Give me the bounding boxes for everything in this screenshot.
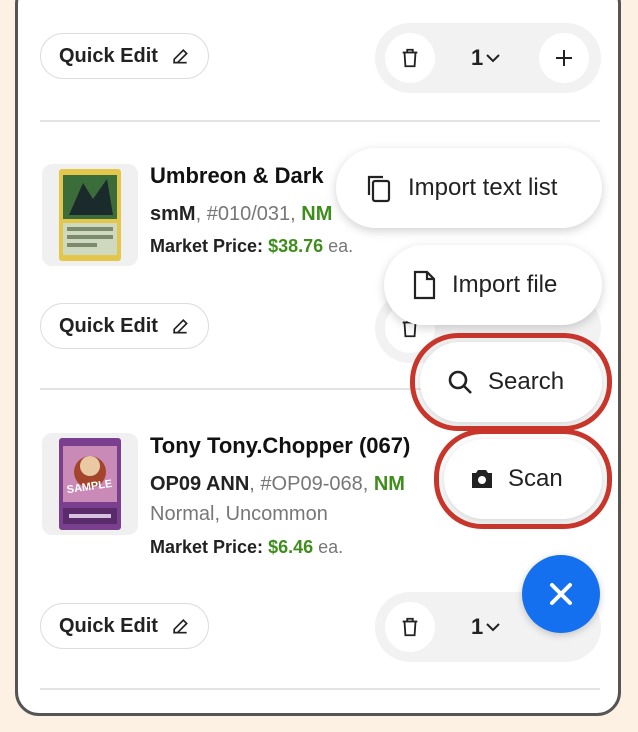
import-text-list-button[interactable]: Import text list bbox=[336, 148, 602, 228]
card-printing-info: Normal, Uncommon bbox=[150, 503, 328, 525]
market-price: Market Price: $6.46 ea. bbox=[150, 537, 344, 557]
divider bbox=[40, 688, 600, 690]
edit-icon bbox=[173, 318, 188, 334]
chevron-down-icon bbox=[486, 623, 500, 632]
copy-icon bbox=[362, 172, 394, 204]
card-set-info: OP09 ANN, #OP09-068, NM bbox=[150, 473, 405, 495]
file-icon bbox=[410, 269, 438, 301]
card-title[interactable]: Tony Tony.Chopper (067) bbox=[150, 433, 410, 459]
close-fab-button[interactable] bbox=[522, 555, 600, 633]
card-image: SAMPLE bbox=[59, 438, 121, 530]
chevron-down-icon bbox=[486, 54, 500, 63]
trash-icon bbox=[402, 617, 418, 637]
quick-edit-button[interactable]: Quick Edit bbox=[40, 303, 209, 349]
increment-button[interactable] bbox=[539, 33, 589, 83]
quantity-select[interactable]: 1 bbox=[471, 45, 503, 71]
quick-edit-button[interactable]: Quick Edit bbox=[40, 603, 209, 649]
search-highlight-ring bbox=[410, 333, 612, 431]
scan-highlight-ring bbox=[434, 429, 612, 529]
edit-icon bbox=[173, 48, 188, 64]
card-thumbnail[interactable]: SAMPLE bbox=[42, 433, 138, 535]
plus-icon bbox=[556, 50, 572, 66]
card-image bbox=[59, 169, 121, 261]
collection-panel: Quick Edit 1 Umbreon & Dark smM, #010/03… bbox=[15, 0, 621, 716]
quick-edit-button[interactable]: Quick Edit bbox=[40, 33, 209, 79]
edit-icon bbox=[173, 618, 188, 634]
market-price: Market Price: $38.76 ea. bbox=[150, 236, 354, 256]
card-thumbnail[interactable] bbox=[42, 164, 138, 266]
divider bbox=[40, 120, 600, 122]
close-icon bbox=[550, 583, 572, 605]
delete-button[interactable] bbox=[385, 33, 435, 83]
card-title[interactable]: Umbreon & Dark bbox=[150, 163, 324, 189]
quantity-control: 1 bbox=[375, 23, 601, 93]
card-set-info: smM, #010/031, NM bbox=[150, 203, 333, 225]
quantity-select[interactable]: 1 bbox=[471, 614, 503, 640]
trash-icon bbox=[402, 48, 418, 68]
import-file-button[interactable]: Import file bbox=[384, 245, 602, 325]
delete-button[interactable] bbox=[385, 602, 435, 652]
